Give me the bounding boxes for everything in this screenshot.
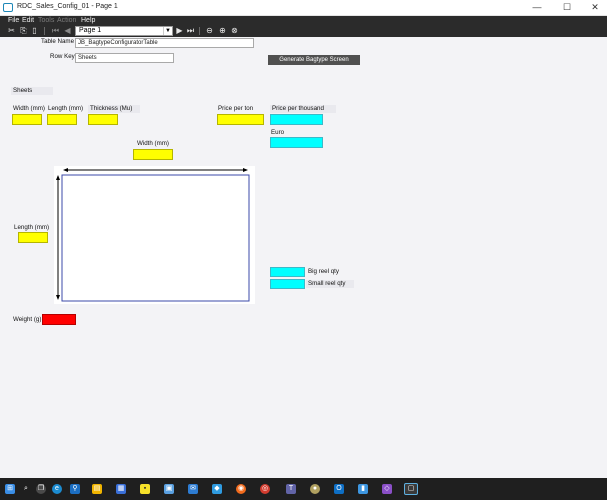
search-icon[interactable]: ⌕	[21, 484, 31, 494]
price-per-thousand-output	[270, 114, 323, 125]
app4-icon[interactable]: ◇	[382, 484, 392, 494]
length-mm-label: Length (mm)	[48, 105, 84, 112]
title-bar: RDC_Sales_Config_01 - Page 1 — ☐ ✕	[0, 0, 607, 16]
weight-label: Weight (g)	[13, 316, 42, 323]
teams-icon[interactable]: T	[286, 484, 296, 494]
generate-bagtype-button[interactable]: Generate Bagtype Screen	[268, 55, 360, 65]
toolbar-separator	[199, 27, 200, 35]
close-button[interactable]: ✕	[585, 0, 605, 15]
maps-icon[interactable]: ⚲	[70, 484, 80, 494]
table-name-label: Table Name	[41, 38, 75, 45]
thickness-input[interactable]	[88, 114, 118, 125]
section-label: Sheets	[11, 87, 53, 95]
chrome-icon[interactable]: ◎	[260, 484, 270, 494]
euro-label: Euro	[271, 129, 285, 136]
copy-icon[interactable]: ⎘	[19, 25, 28, 37]
menu-file[interactable]: File	[8, 16, 19, 25]
sheet-diagram	[54, 166, 255, 304]
app-icon	[3, 3, 13, 12]
width-mm-label: Width (mm)	[13, 105, 45, 112]
store-icon[interactable]: ▦	[116, 484, 126, 494]
small-reel-output	[270, 279, 305, 289]
chevron-down-icon[interactable]: ▼	[163, 27, 172, 35]
diagram-length-label: Length (mm)	[14, 224, 50, 231]
toolbar-separator	[44, 27, 45, 35]
length-mm-input[interactable]	[47, 114, 77, 125]
menu-help[interactable]: Help	[81, 16, 95, 25]
firefox-icon[interactable]: ◉	[236, 484, 246, 494]
menu-action[interactable]: Action	[57, 16, 76, 25]
price-per-thousand-label: Price per thousand	[270, 105, 336, 113]
app-icon[interactable]: ◆	[212, 484, 222, 494]
photos-icon[interactable]: ▣	[164, 484, 174, 494]
back-icon[interactable]: ⊖	[205, 25, 214, 37]
mail-icon[interactable]: ✉	[188, 484, 198, 494]
minimize-button[interactable]: —	[527, 0, 547, 15]
stop-icon[interactable]: ⊗	[230, 25, 239, 37]
row-key-field[interactable]: Sheets	[75, 53, 174, 63]
cut-icon[interactable]: ✂	[7, 25, 16, 37]
window-title: RDC_Sales_Config_01 - Page 1	[17, 3, 118, 10]
next-page-icon[interactable]: ▶	[175, 25, 184, 37]
page-select-value: Page 1	[79, 27, 102, 34]
taskbar: ⊞ ⌕ ❐ e ⚲ ▤ ▦ ▪ ▣ ✉ ◆ ◉ ◎ T ● O ▮ ◇ ▢	[0, 478, 607, 500]
maximize-button[interactable]: ☐	[557, 0, 577, 15]
menu-edit[interactable]: Edit	[22, 16, 34, 25]
weight-output	[42, 314, 76, 325]
sheet-outline	[61, 174, 250, 302]
diagram-length-input[interactable]	[18, 232, 48, 243]
page-select[interactable]: Page 1 ▼	[75, 26, 173, 36]
diagram-width-input[interactable]	[133, 149, 173, 160]
price-per-ton-label: Price per ton	[218, 105, 254, 112]
small-reel-label: Small reel qty	[306, 280, 354, 288]
outlook-icon[interactable]: O	[334, 484, 344, 494]
table-name-field[interactable]: JB_BagtypeConfiguratorTable	[75, 38, 254, 48]
forward-icon[interactable]: ⊕	[218, 25, 227, 37]
price-per-ton-input[interactable]	[217, 114, 264, 125]
last-page-icon[interactable]: ⏭	[186, 25, 195, 37]
row-key-label: Row Key	[50, 53, 75, 60]
rdc-app-icon[interactable]: ▢	[404, 483, 418, 495]
width-mm-input[interactable]	[12, 114, 42, 125]
windows-start-icon[interactable]: ⊞	[5, 484, 15, 494]
edge-icon[interactable]: e	[52, 484, 62, 494]
first-page-icon[interactable]: ⏮	[51, 25, 60, 37]
task-view-icon[interactable]: ❐	[36, 484, 46, 494]
big-reel-label: Big reel qty	[308, 268, 339, 275]
menu-tools[interactable]: Tools	[38, 16, 54, 25]
sticky-notes-icon[interactable]: ▪	[140, 484, 150, 494]
table-name-value: JB_BagtypeConfiguratorTable	[78, 40, 158, 46]
diagram-width-label: Width (mm)	[137, 140, 169, 147]
prev-page-icon[interactable]: ◀	[63, 25, 72, 37]
thickness-label: Thickness (Mu)	[88, 105, 140, 113]
app3-icon[interactable]: ▮	[358, 484, 368, 494]
paste-icon[interactable]: ▯	[30, 25, 39, 37]
menu-bar: File Edit Tools Action Help	[0, 16, 607, 25]
big-reel-output	[270, 267, 305, 277]
row-key-value: Sheets	[78, 55, 97, 61]
app2-icon[interactable]: ●	[310, 484, 320, 494]
euro-output	[270, 137, 323, 148]
files-icon[interactable]: ▤	[92, 484, 102, 494]
